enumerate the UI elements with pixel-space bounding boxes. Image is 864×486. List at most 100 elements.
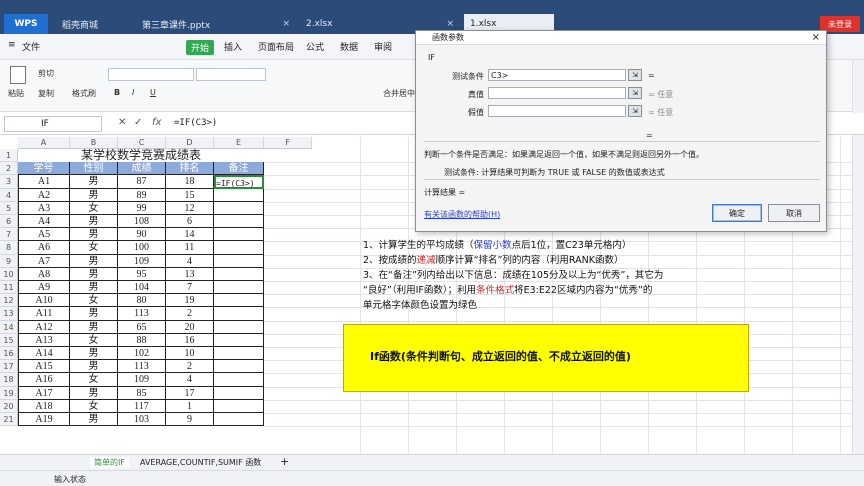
table-cell[interactable]: 女 [70,241,118,255]
row-header[interactable]: 8 [0,241,18,255]
table-cell[interactable] [214,320,264,334]
table-cell[interactable] [214,347,264,361]
table-cell[interactable]: 18 [166,175,214,189]
collapse-ref-button[interactable]: ⇲ [628,87,642,99]
row-header[interactable]: 3 [0,175,18,189]
table-cell[interactable]: 女 [70,201,118,215]
merge-center-button[interactable]: 合并居中 [383,88,415,99]
close-icon[interactable]: × [282,19,290,29]
table-cell[interactable]: 19 [166,294,214,308]
formula-input[interactable]: =IF(C3>) [174,118,217,128]
table-cell[interactable]: 男 [70,360,118,374]
table-cell[interactable]: 89 [118,188,166,202]
table-cell[interactable]: 100 [118,241,166,255]
table-cell[interactable] [214,399,264,413]
sheet-tab-simple-if[interactable]: 简单的IF [90,457,129,468]
table-cell[interactable]: 6 [166,215,214,229]
table-cell[interactable]: 男 [70,254,118,268]
close-icon[interactable]: × [446,19,454,29]
table-header-cell[interactable]: 性别 [70,162,118,176]
table-cell[interactable] [214,267,264,281]
table-cell[interactable]: 95 [118,267,166,281]
table-cell[interactable]: A8 [18,267,70,281]
table-header-cell[interactable]: 排名 [166,162,214,176]
row-header[interactable]: 12 [0,294,18,308]
table-header-cell[interactable]: 学号 [18,162,70,176]
row-header[interactable]: 21 [0,413,18,427]
table-cell[interactable] [214,215,264,229]
table-cell[interactable]: 10 [166,347,214,361]
row-header[interactable]: 18 [0,373,18,387]
table-cell[interactable]: A13 [18,333,70,347]
table-cell[interactable] [214,373,264,387]
table-cell[interactable]: =IF(C3>) [214,175,264,189]
table-cell[interactable]: 108 [118,215,166,229]
copy-button[interactable]: 复制 [38,88,54,99]
table-cell[interactable]: 男 [70,413,118,427]
table-cell[interactable]: 11 [166,241,214,255]
table-cell[interactable]: 男 [70,215,118,229]
table-cell[interactable]: 17 [166,386,214,400]
table-cell[interactable]: 104 [118,281,166,295]
menu-formulas[interactable]: 公式 [306,40,324,53]
table-header-cell[interactable]: 备注 [214,162,264,176]
table-cell[interactable]: 女 [70,373,118,387]
table-cell[interactable]: A6 [18,241,70,255]
font-size-select[interactable] [196,68,266,81]
column-header[interactable]: E [214,137,264,149]
table-cell[interactable] [214,360,264,374]
collapse-ref-button[interactable]: ⇲ [628,105,642,117]
table-cell[interactable]: 男 [70,267,118,281]
help-link[interactable]: 有关该函数的帮助(H) [424,209,500,220]
table-cell[interactable]: 85 [118,386,166,400]
table-header-cell[interactable]: 成绩 [118,162,166,176]
font-name-select[interactable] [108,68,194,81]
italic-button[interactable]: I [132,88,134,97]
menu-data[interactable]: 数据 [340,40,358,53]
table-cell[interactable]: 1 [166,399,214,413]
table-cell[interactable]: 男 [70,228,118,242]
table-cell[interactable] [214,281,264,295]
confirm-icon[interactable]: ✓ [134,117,142,128]
format-painter-button[interactable]: 格式刷 [72,88,96,99]
table-cell[interactable]: 15 [166,188,214,202]
table-cell[interactable]: 男 [70,188,118,202]
add-sheet-icon[interactable]: + [280,455,289,468]
table-cell[interactable]: 4 [166,254,214,268]
bold-button[interactable]: B [114,88,120,97]
row-header[interactable]: 14 [0,320,18,334]
fx-icon[interactable]: fx [152,117,161,128]
table-cell[interactable]: 117 [118,399,166,413]
table-cell[interactable]: A4 [18,215,70,229]
table-cell[interactable]: 2 [166,307,214,321]
table-cell[interactable]: A5 [18,228,70,242]
table-cell[interactable]: A9 [18,281,70,295]
table-cell[interactable]: 男 [70,175,118,189]
ok-button[interactable]: 确定 [712,204,762,222]
table-cell[interactable]: A7 [18,254,70,268]
table-cell[interactable]: A17 [18,386,70,400]
tab-docer-store[interactable]: 稻壳商城 [56,14,132,34]
cancel-icon[interactable]: ✕ [118,117,126,128]
column-header[interactable]: F [264,137,312,149]
table-cell[interactable]: 4 [166,373,214,387]
row-header[interactable]: 11 [0,281,18,295]
table-cell[interactable]: 88 [118,333,166,347]
table-cell[interactable]: 109 [118,254,166,268]
table-cell[interactable]: 87 [118,175,166,189]
table-cell[interactable] [214,201,264,215]
table-cell[interactable] [214,333,264,347]
table-cell[interactable]: 13 [166,267,214,281]
table-cell[interactable]: 2 [166,360,214,374]
table-cell[interactable]: 男 [70,347,118,361]
row-header[interactable]: 4 [0,188,18,202]
menu-review[interactable]: 审阅 [374,40,392,53]
table-cell[interactable]: 男 [70,386,118,400]
table-cell[interactable] [214,228,264,242]
hamburger-icon[interactable]: ≡ [8,40,16,50]
table-cell[interactable]: 109 [118,373,166,387]
table-cell[interactable]: 女 [70,399,118,413]
column-header[interactable]: A [18,137,70,149]
table-cell[interactable]: 男 [70,320,118,334]
wps-menu-button[interactable]: WPS [4,14,48,34]
